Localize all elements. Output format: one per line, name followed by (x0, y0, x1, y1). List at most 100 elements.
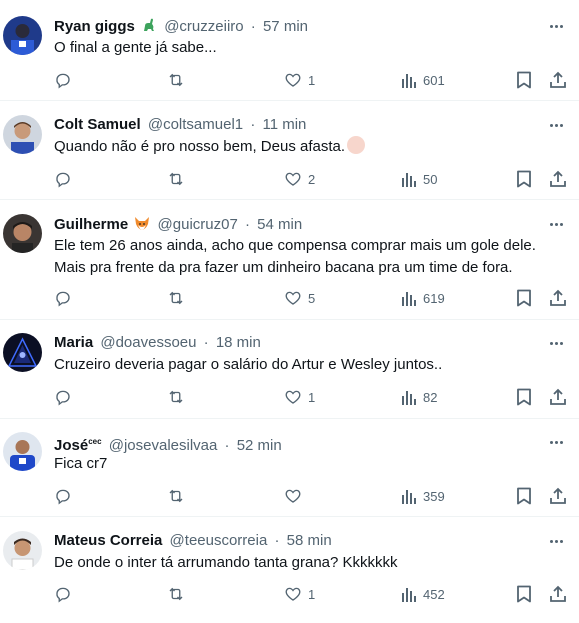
retweet-button[interactable] (166, 486, 186, 506)
reply-button[interactable] (54, 169, 72, 189)
timestamp[interactable]: 58 min (287, 532, 332, 549)
author-name[interactable]: Colt Samuel (54, 116, 141, 133)
bookmark-icon (517, 585, 531, 603)
action-bar: 1 82 (54, 387, 567, 407)
avatar[interactable] (3, 16, 42, 55)
author-handle[interactable]: @coltsamuel1 (148, 116, 243, 133)
like-count: 2 (308, 171, 316, 187)
share-icon (550, 585, 566, 602)
retweet-icon (169, 73, 183, 87)
bookmark-button[interactable] (516, 486, 532, 506)
views-count: 82 (423, 389, 438, 405)
author-handle[interactable]: @guicruz07 (158, 216, 238, 233)
reply-button[interactable] (54, 584, 72, 604)
retweet-icon (169, 172, 183, 186)
author-handle[interactable]: @cruzzeiiro (164, 18, 243, 35)
timestamp[interactable]: 18 min (216, 334, 261, 351)
author-handle[interactable]: @teeuscorreia (170, 532, 268, 549)
author-name[interactable]: Ryan giggs (54, 18, 135, 35)
views-icon (402, 588, 416, 602)
share-button[interactable] (549, 486, 567, 506)
bookmark-icon (517, 487, 531, 505)
more-icon[interactable] (546, 532, 566, 550)
author-name[interactable]: Maria (54, 334, 93, 351)
retweet-button[interactable] (166, 288, 186, 308)
retweet-button[interactable] (166, 584, 186, 604)
avatar[interactable] (3, 115, 42, 154)
timestamp[interactable]: 54 min (257, 216, 302, 233)
views-button[interactable]: 50 (401, 169, 437, 189)
more-icon[interactable] (546, 215, 566, 233)
avatar[interactable] (3, 214, 42, 253)
more-icon[interactable] (546, 116, 566, 134)
reply-button[interactable] (54, 486, 72, 506)
author-handle[interactable]: @josevalesilvaa (109, 437, 218, 454)
author-name[interactable]: Guilherme (54, 216, 128, 233)
bookmark-button[interactable] (516, 387, 532, 407)
tweet-item[interactable]: Josécec @josevalesilvaa · 52 min Fica cr… (0, 419, 579, 517)
retweet-button[interactable] (166, 387, 186, 407)
separator-dot: · (224, 437, 230, 454)
tweet-text-line: Fica cr7 (54, 455, 108, 472)
author-handle[interactable]: @doavessoeu (100, 334, 196, 351)
more-icon[interactable] (546, 334, 566, 352)
share-button[interactable] (549, 70, 567, 90)
bookmark-button[interactable] (516, 584, 532, 604)
heart-icon (285, 172, 301, 186)
tweet-item[interactable]: Guilherme @guicruz07 · 54 min Ele tem 26… (0, 200, 579, 320)
fox-emoji-icon (134, 215, 150, 236)
bookmark-button[interactable] (516, 70, 532, 90)
timestamp[interactable]: 11 min (262, 116, 306, 133)
like-button[interactable]: 2 (284, 169, 315, 189)
share-icon (550, 71, 566, 88)
tweet-item[interactable]: Maria @doavessoeu · 18 min Cruzeiro deve… (0, 320, 579, 419)
share-button[interactable] (549, 169, 567, 189)
like-button[interactable]: 5 (284, 288, 315, 308)
retweet-button[interactable] (166, 70, 186, 90)
like-button[interactable]: 1 (284, 387, 315, 407)
reply-icon (56, 587, 70, 603)
timestamp[interactable]: 52 min (237, 437, 282, 454)
views-count: 452 (423, 586, 445, 602)
retweet-icon (169, 587, 183, 601)
bookmark-button[interactable] (516, 288, 532, 308)
retweet-icon (169, 291, 183, 305)
views-button[interactable]: 82 (401, 387, 437, 407)
action-bar: 1 452 (54, 584, 567, 604)
like-button[interactable]: 1 (284, 70, 315, 90)
like-button[interactable] (284, 486, 302, 506)
reply-button[interactable] (54, 70, 72, 90)
share-icon (550, 487, 566, 504)
author-name[interactable]: Mateus Correia (54, 532, 162, 549)
share-button[interactable] (549, 584, 567, 604)
action-bar: 359 (54, 486, 567, 506)
views-button[interactable]: 359 (401, 486, 445, 506)
reply-button[interactable] (54, 387, 72, 407)
tweet-item[interactable]: Mateus Correia @teeuscorreia · 58 min De… (0, 517, 579, 623)
like-button[interactable]: 1 (284, 584, 315, 604)
more-icon[interactable] (546, 433, 566, 451)
like-count: 1 (308, 72, 316, 88)
timestamp[interactable]: 57 min (263, 18, 308, 35)
views-button[interactable]: 452 (401, 584, 445, 604)
like-count: 5 (308, 290, 316, 306)
views-button[interactable]: 601 (401, 70, 445, 90)
views-button[interactable]: 619 (401, 288, 445, 308)
more-icon[interactable] (546, 17, 566, 35)
separator-dot: · (203, 334, 209, 351)
tweet-item[interactable]: Ryan giggs @cruzzeiiro · 57 min O final … (0, 0, 579, 101)
bookmark-button[interactable] (516, 169, 532, 189)
avatar[interactable] (3, 333, 42, 372)
avatar[interactable] (3, 432, 42, 471)
heart-icon (285, 291, 301, 305)
retweet-button[interactable] (166, 169, 186, 189)
tweet-item[interactable]: Colt Samuel @coltsamuel1 · 11 min Quando… (0, 101, 579, 200)
tweet-text: O final a gente já sabe... (54, 37, 559, 59)
reply-button[interactable] (54, 288, 72, 308)
views-icon (402, 74, 416, 88)
avatar[interactable] (3, 531, 42, 570)
bookmark-icon (517, 71, 531, 89)
share-button[interactable] (549, 288, 567, 308)
author-name[interactable]: José (54, 437, 88, 454)
share-button[interactable] (549, 387, 567, 407)
